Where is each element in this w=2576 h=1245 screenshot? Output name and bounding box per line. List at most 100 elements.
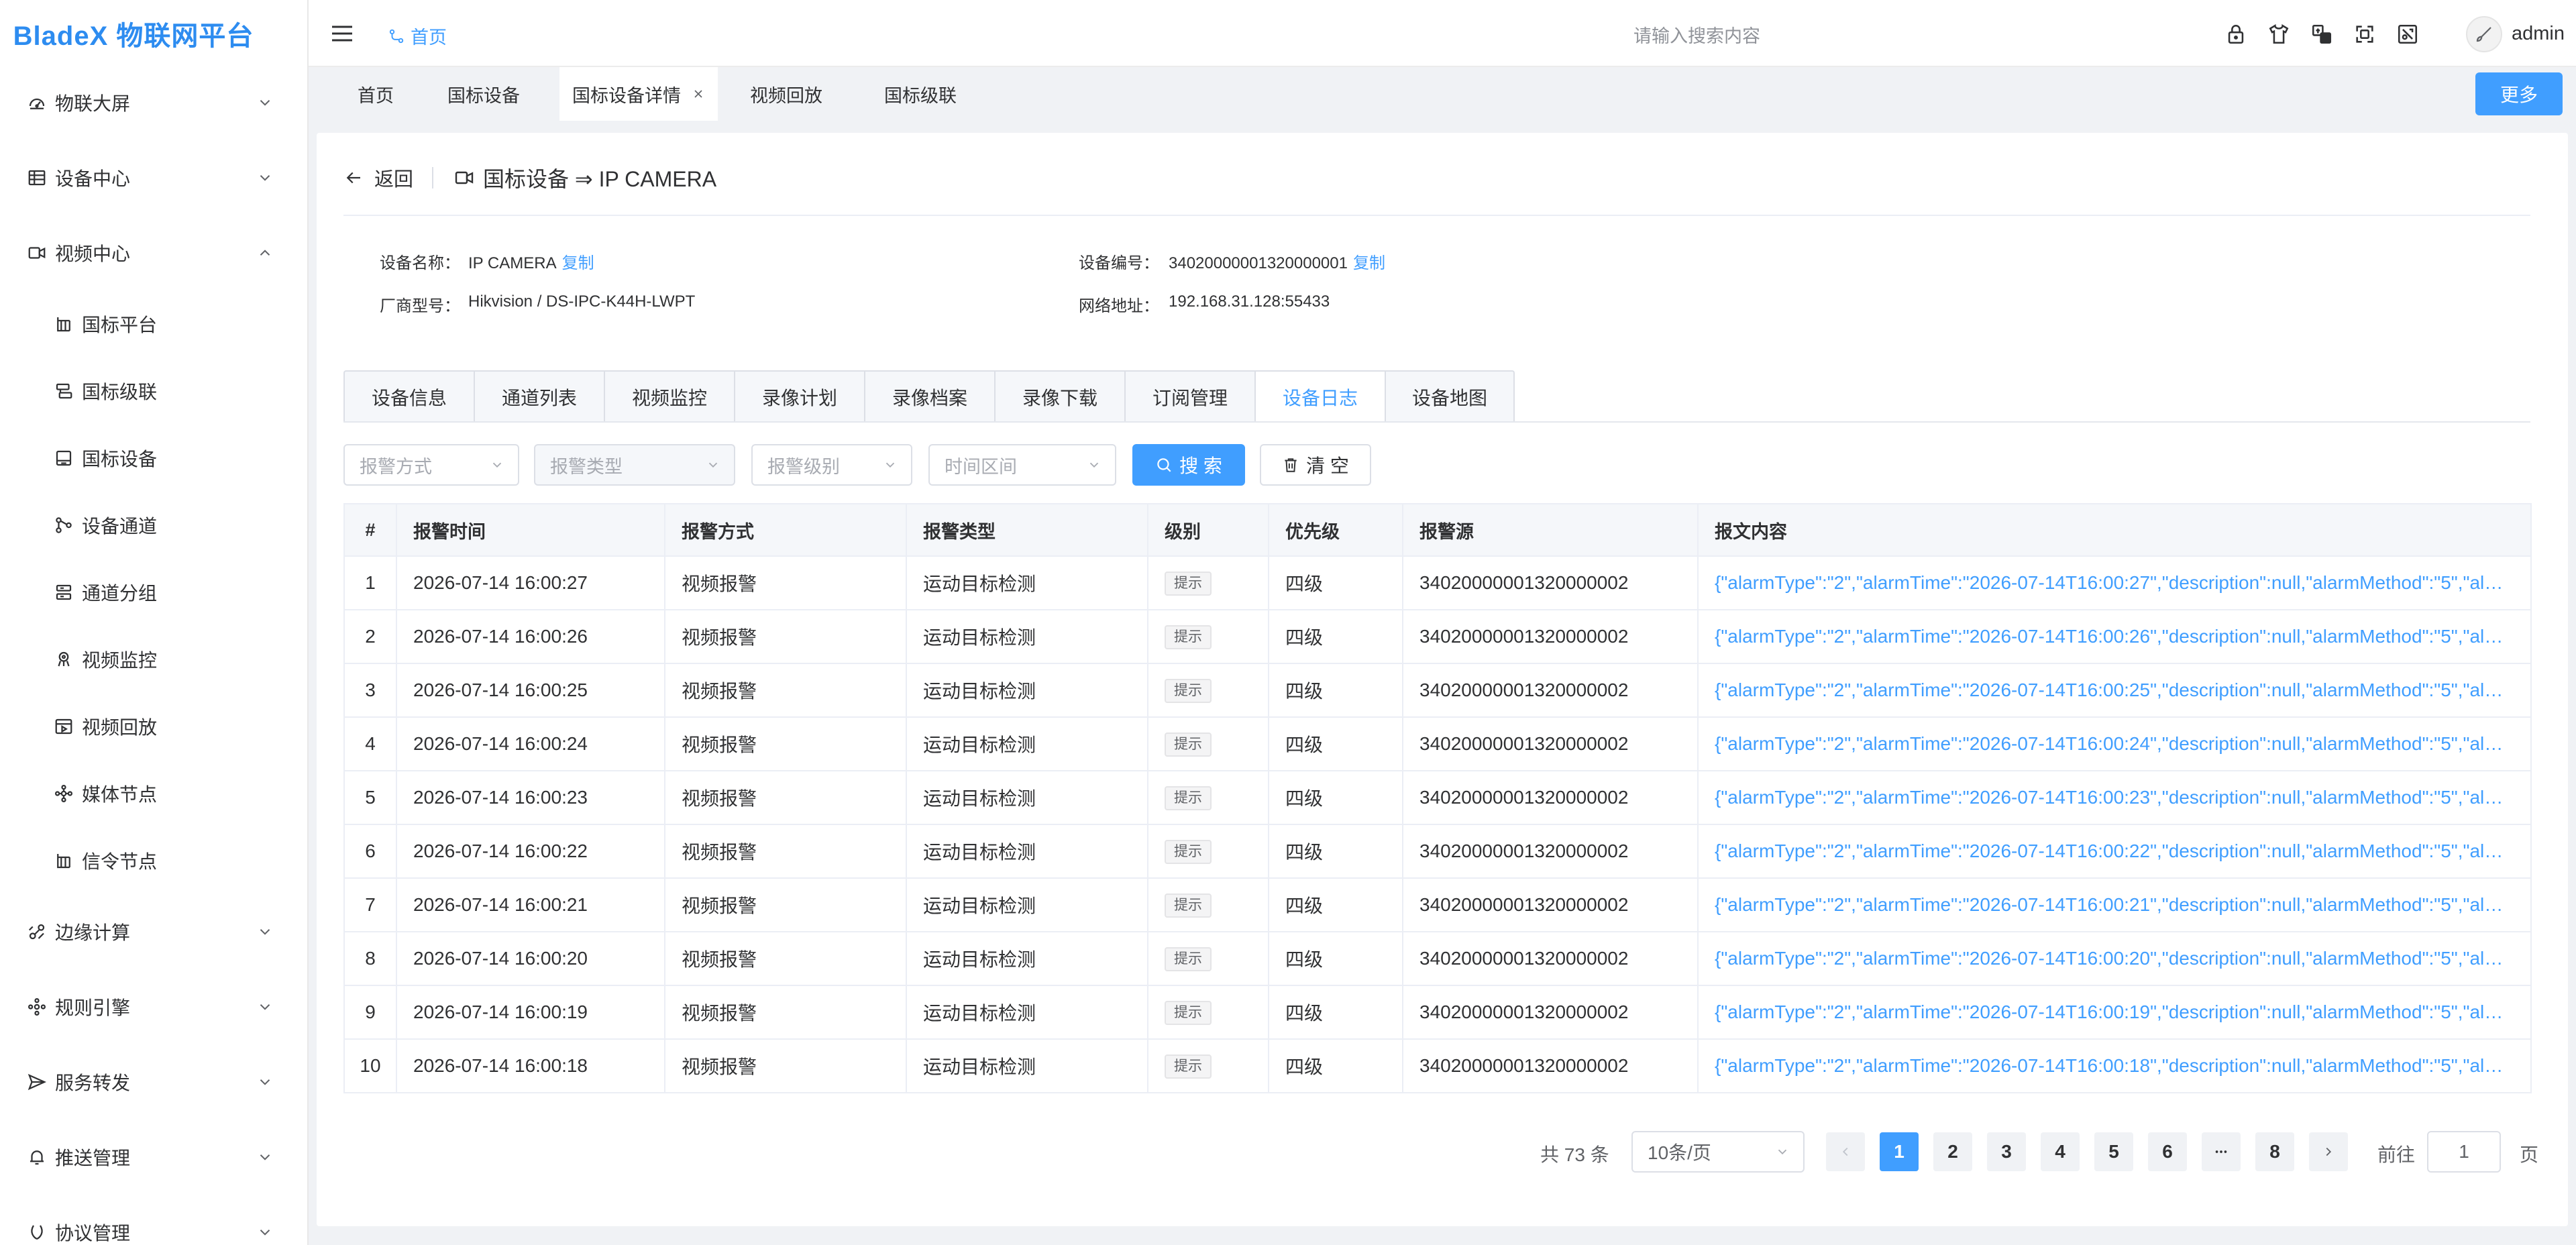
- tag-home[interactable]: 首页: [335, 67, 416, 121]
- tab-device-log[interactable]: 设备日志: [1256, 372, 1386, 423]
- tag-video-playback[interactable]: 视频回放: [733, 67, 840, 121]
- time-range-select[interactable]: 时间区间: [928, 444, 1116, 486]
- cell-message[interactable]: {"alarmType":"2","alarmTime":"2026-07-14…: [1698, 663, 2532, 718]
- page-button-8[interactable]: 8: [2255, 1132, 2294, 1171]
- tab-channel-list[interactable]: 通道列表: [475, 372, 605, 423]
- cell-alarm-source: 34020000001320000002: [1403, 556, 1699, 610]
- table-row[interactable]: 8 2026-07-14 16:00:20 视频报警 运动目标检测 提示 四级 340200…: [344, 932, 2532, 986]
- device-name-text: IP CAMERA: [468, 254, 557, 272]
- table-row[interactable]: 5 2026-07-14 16:00:23 视频报警 运动目标检测 提示 四级 340200…: [344, 771, 2532, 825]
- select-placeholder: 报警级别: [767, 456, 840, 477]
- sidebar-item-channel-group[interactable]: 通道分组: [0, 569, 307, 616]
- hamburger-menu-icon[interactable]: [329, 20, 356, 47]
- more-pages-button[interactable]: [2202, 1132, 2241, 1171]
- cell-message[interactable]: {"alarmType":"2","alarmTime":"2026-07-14…: [1698, 878, 2532, 932]
- tab-video-monitor[interactable]: 视频监控: [605, 372, 735, 423]
- cell-message[interactable]: {"alarmType":"2","alarmTime":"2026-07-14…: [1698, 932, 2532, 986]
- page-button-1[interactable]: 1: [1880, 1132, 1919, 1171]
- cell-message[interactable]: {"alarmType":"2","alarmTime":"2026-07-14…: [1698, 771, 2532, 825]
- menu-item-edge-compute[interactable]: 边缘计算: [0, 908, 307, 955]
- tab-record-download[interactable]: 录像下载: [996, 372, 1126, 423]
- table-row[interactable]: 2 2026-07-14 16:00:26 视频报警 运动目标检测 提示 四级 340200…: [344, 610, 2532, 664]
- tag-gb-cascade[interactable]: 国标级联: [867, 67, 974, 121]
- cell-message[interactable]: {"alarmType":"2","alarmTime":"2026-07-14…: [1698, 1039, 2532, 1093]
- lock-icon[interactable]: [2224, 23, 2247, 46]
- username[interactable]: admin: [2512, 23, 2565, 45]
- menu-item-protocol-management[interactable]: 协议管理: [0, 1209, 307, 1245]
- global-search-input[interactable]: 请输入搜索内容: [1633, 21, 1760, 48]
- cell-message[interactable]: {"alarmType":"2","alarmTime":"2026-07-14…: [1698, 556, 2532, 610]
- menu-item-push-management[interactable]: 推送管理: [0, 1134, 307, 1181]
- alarm-type-select[interactable]: 报警类型: [534, 444, 735, 486]
- page-size-select[interactable]: 10条/页: [1631, 1131, 1805, 1173]
- alarm-method-select[interactable]: 报警方式: [343, 444, 519, 486]
- table-row[interactable]: 9 2026-07-14 16:00:19 视频报警 运动目标检测 提示 四级 340200…: [344, 985, 2532, 1040]
- level-tag: 提示: [1165, 732, 1212, 757]
- menu-item-device-center[interactable]: 设备中心: [0, 154, 307, 201]
- search-button[interactable]: 搜 索: [1132, 444, 1245, 486]
- prev-page-button[interactable]: [1826, 1132, 1865, 1171]
- close-icon[interactable]: [692, 87, 705, 101]
- table-row[interactable]: 4 2026-07-14 16:00:24 视频报警 运动目标检测 提示 四级 340200…: [344, 717, 2532, 771]
- more-button[interactable]: 更多: [2475, 72, 2563, 115]
- menu-item-service-forward[interactable]: 服务转发: [0, 1059, 307, 1105]
- menu-item-dashboard[interactable]: 物联大屏: [0, 79, 307, 126]
- breadcrumb-home[interactable]: 首页: [388, 23, 447, 49]
- tag-gb-device[interactable]: 国标设备: [431, 67, 537, 121]
- tab-device-info[interactable]: 设备信息: [345, 372, 475, 423]
- sidebar-item-signal-node[interactable]: 信令节点: [0, 837, 307, 884]
- table-row[interactable]: 3 2026-07-14 16:00:25 视频报警 运动目标检测 提示 四级 340200…: [344, 663, 2532, 718]
- theme-shirt-icon[interactable]: [2267, 23, 2290, 46]
- tag-gb-device-detail[interactable]: 国标设备详情: [559, 67, 718, 121]
- cell-message[interactable]: {"alarmType":"2","alarmTime":"2026-07-14…: [1698, 717, 2532, 771]
- settings-icon[interactable]: [2396, 23, 2419, 46]
- clear-button[interactable]: 清 空: [1260, 444, 1371, 486]
- menu-item-rule-engine[interactable]: 规则引擎: [0, 983, 307, 1030]
- platform-icon: [57, 317, 70, 332]
- page-button-6[interactable]: 6: [2148, 1132, 2187, 1171]
- cell-index: 9: [344, 985, 397, 1040]
- table-row[interactable]: 10 2026-07-14 16:00:18 视频报警 运动目标检测 提示 四级 34020…: [344, 1039, 2532, 1093]
- copy-code-link[interactable]: 复制: [1353, 254, 1385, 272]
- next-page-button[interactable]: [2309, 1132, 2348, 1171]
- page-button-3[interactable]: 3: [1987, 1132, 2026, 1171]
- language-icon[interactable]: [2310, 23, 2333, 46]
- sidebar-item-gb-device[interactable]: 国标设备: [0, 435, 307, 482]
- cell-alarm-method: 视频报警: [665, 663, 907, 718]
- arrow-left-icon[interactable]: [343, 168, 364, 188]
- back-button[interactable]: 返回: [374, 164, 413, 192]
- sidebar-item-gb-platform[interactable]: 国标平台: [0, 301, 307, 347]
- page-button-5[interactable]: 5: [2094, 1132, 2133, 1171]
- tab-device-map[interactable]: 设备地图: [1386, 372, 1513, 423]
- menu-item-video-center[interactable]: 视频中心: [0, 229, 307, 276]
- sidebar-item-label: 国标平台: [82, 315, 158, 335]
- cell-index: 1: [344, 556, 397, 610]
- sidebar-item-device-channel[interactable]: 设备通道: [0, 502, 307, 549]
- sidebar-item-media-node[interactable]: 媒体节点: [0, 770, 307, 817]
- cell-message[interactable]: {"alarmType":"2","alarmTime":"2026-07-14…: [1698, 985, 2532, 1040]
- goto-page-input[interactable]: [2427, 1131, 2501, 1173]
- tab-subscription[interactable]: 订阅管理: [1126, 372, 1256, 423]
- sidebar-item-gb-cascade[interactable]: 国标级联: [0, 368, 307, 415]
- tab-record-archive[interactable]: 录像档案: [865, 372, 996, 423]
- cell-alarm-type: 运动目标检测: [906, 824, 1148, 879]
- avatar[interactable]: [2466, 16, 2502, 52]
- cell-message[interactable]: {"alarmType":"2","alarmTime":"2026-07-14…: [1698, 610, 2532, 664]
- sidebar-item-video-playback[interactable]: 视频回放: [0, 703, 307, 750]
- page-button-4[interactable]: 4: [2041, 1132, 2080, 1171]
- table-row[interactable]: 7 2026-07-14 16:00:21 视频报警 运动目标检测 提示 四级 340200…: [344, 878, 2532, 932]
- copy-name-link[interactable]: 复制: [562, 254, 594, 272]
- tab-record-plan[interactable]: 录像计划: [735, 372, 865, 423]
- table-row[interactable]: 1 2026-07-14 16:00:27 视频报警 运动目标检测 提示 四级 340200…: [344, 556, 2532, 610]
- page-button-2[interactable]: 2: [1933, 1132, 1972, 1171]
- sidebar-item-video-monitor[interactable]: 视频监控: [0, 636, 307, 683]
- cell-priority: 四级: [1269, 717, 1403, 771]
- cell-message[interactable]: {"alarmType":"2","alarmTime":"2026-07-14…: [1698, 824, 2532, 879]
- menu-label: 服务转发: [55, 1073, 131, 1093]
- app-logo: BladeX 物联网平台: [13, 21, 254, 51]
- detail-tabs: 设备信息 通道列表 视频监控 录像计划 录像档案 录像下载 订阅管理 设备日志 …: [343, 370, 1515, 423]
- alarm-level-select[interactable]: 报警级别: [751, 444, 912, 486]
- table-row[interactable]: 6 2026-07-14 16:00:22 视频报警 运动目标检测 提示 四级 340200…: [344, 824, 2532, 879]
- fullscreen-icon[interactable]: [2353, 23, 2376, 46]
- chevron-down-icon: [492, 462, 502, 468]
